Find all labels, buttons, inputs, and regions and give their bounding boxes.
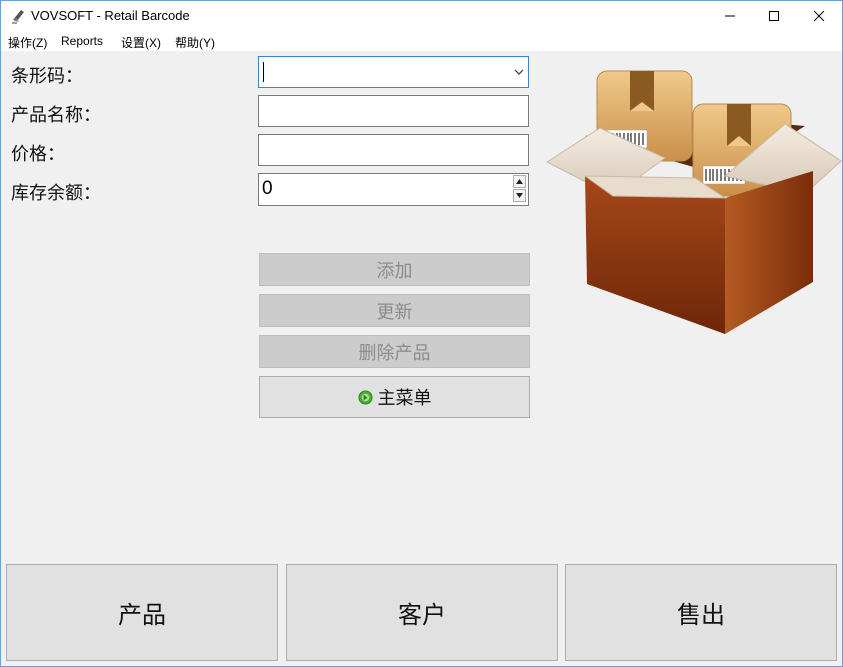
product-name-input[interactable] (258, 95, 529, 127)
update-button[interactable]: 更新 (259, 294, 530, 327)
nav-sell-label: 售出 (677, 595, 725, 630)
nav-customers-label: 客户 (398, 595, 446, 630)
barcode-label: 条形码： (11, 62, 83, 88)
main-menu-button[interactable]: 主菜单 (259, 376, 530, 418)
arrow-down-icon (516, 193, 523, 198)
nav-sell-button[interactable]: 售出 (565, 564, 837, 661)
nav-products-button[interactable]: 产品 (6, 564, 278, 661)
main-menu-label: 主菜单 (378, 384, 432, 410)
spinner-buttons (513, 175, 527, 203)
spin-down-button[interactable] (513, 189, 526, 202)
menu-reports[interactable]: Reports (61, 34, 103, 48)
minimize-icon (724, 10, 736, 22)
spin-up-button[interactable] (513, 175, 526, 188)
price-input[interactable] (258, 134, 529, 166)
stock-label: 库存余额： (11, 179, 101, 205)
scanner-icon (11, 8, 27, 24)
menu-settings[interactable]: 设置(X) (121, 34, 161, 51)
app-window: VOVSOFT - Retail Barcode 操作(Z) Reports 设… (0, 0, 843, 667)
chevron-down-icon[interactable] (514, 68, 524, 76)
green-circle-arrow-icon (358, 390, 373, 405)
package-box-icon (545, 66, 843, 338)
maximize-icon (768, 10, 780, 22)
product-name-label: 产品名称： (11, 101, 101, 127)
window-title: VOVSOFT - Retail Barcode (31, 8, 190, 23)
stock-value: 0 (262, 178, 273, 200)
delete-button-label: 删除产品 (359, 339, 431, 365)
price-label: 价格： (11, 140, 65, 166)
nav-products-label: 产品 (118, 595, 166, 630)
close-button[interactable] (796, 1, 842, 31)
arrow-up-icon (516, 179, 523, 184)
barcode-combobox[interactable] (258, 56, 529, 88)
stock-spinner[interactable]: 0 (258, 173, 529, 206)
update-button-label: 更新 (377, 298, 413, 324)
menu-bar: 操作(Z) Reports 设置(X) 帮助(Y) (1, 31, 842, 51)
text-caret (263, 62, 264, 82)
add-button[interactable]: 添加 (259, 253, 530, 286)
delete-product-button[interactable]: 删除产品 (259, 335, 530, 368)
nav-customers-button[interactable]: 客户 (286, 564, 558, 661)
title-bar: VOVSOFT - Retail Barcode (1, 1, 842, 31)
menu-help[interactable]: 帮助(Y) (175, 34, 215, 51)
close-icon (813, 10, 825, 22)
add-button-label: 添加 (377, 257, 413, 283)
maximize-button[interactable] (751, 1, 797, 31)
minimize-button[interactable] (707, 1, 753, 31)
menu-operations[interactable]: 操作(Z) (8, 34, 47, 51)
